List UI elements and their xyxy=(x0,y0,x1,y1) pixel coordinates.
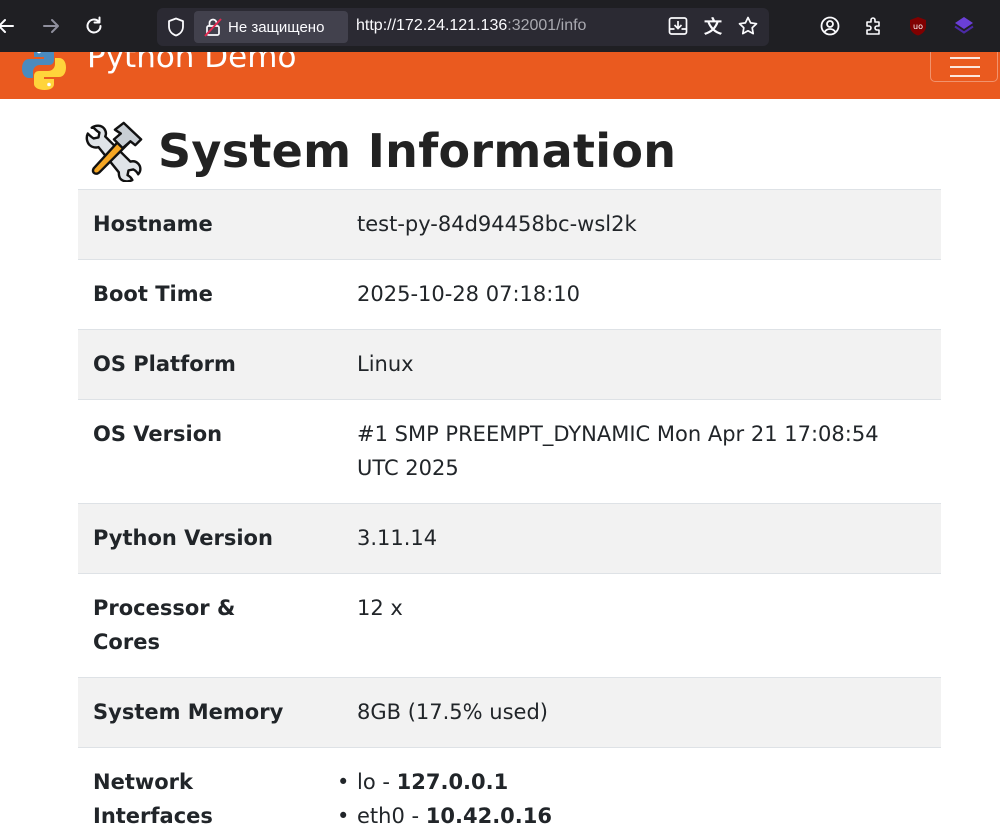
download-icon xyxy=(668,17,688,35)
interface-separator: - xyxy=(404,804,426,825)
system-info-table: Hostname test-py-84d94458bc-wsl2k Boot T… xyxy=(78,189,941,825)
translate-icon: 文 xyxy=(704,17,722,38)
extension-button[interactable] xyxy=(951,13,977,39)
back-button[interactable] xyxy=(0,12,20,40)
url-path: :32001/info xyxy=(507,17,587,34)
site-navbar: Python Demo xyxy=(0,52,1000,99)
forward-button[interactable] xyxy=(37,12,65,40)
table-row-network-interfaces: Network Interfaces lo - 127.0.0.1 eth0 -… xyxy=(78,747,941,825)
row-value: #1 SMP PREEMPT_DYNAMIC Mon Apr 21 17:08:… xyxy=(357,422,879,480)
interface-name: eth0 xyxy=(357,804,405,825)
row-value: test-py-84d94458bc-wsl2k xyxy=(357,212,637,236)
navbar-toggler-button[interactable] xyxy=(930,52,998,82)
interface-separator: - xyxy=(375,770,397,794)
row-value: Linux xyxy=(357,352,414,376)
python-logo-icon[interactable] xyxy=(20,52,68,92)
insecure-lock-icon xyxy=(204,18,222,37)
bookmark-button[interactable] xyxy=(735,13,761,39)
row-value: lo - 127.0.0.1 eth0 - 10.42.0.16 xyxy=(337,748,941,825)
row-label: System Memory xyxy=(93,700,284,724)
row-label: Processor & Cores xyxy=(93,596,236,654)
svg-text:uo: uo xyxy=(913,22,923,31)
ublock-button[interactable]: uo xyxy=(905,13,931,39)
extensions-icon xyxy=(866,17,880,35)
translate-button[interactable]: 文 xyxy=(700,13,726,39)
account-button[interactable] xyxy=(817,13,843,39)
table-row-boot-time: Boot Time 2025-10-28 07:18:10 xyxy=(78,259,941,330)
table-row-python-version: Python Version 3.11.14 xyxy=(78,503,941,574)
row-value: 3.11.14 xyxy=(357,526,438,550)
ublock-icon: uo xyxy=(910,17,926,36)
list-item: eth0 - 10.42.0.16 xyxy=(337,799,926,825)
account-icon xyxy=(820,16,840,36)
forward-icon xyxy=(43,19,59,33)
row-label: OS Platform xyxy=(93,352,236,376)
row-value: 8GB (17.5% used) xyxy=(357,700,548,724)
security-label: Не защищено xyxy=(228,18,325,36)
row-label: Python Version xyxy=(93,526,273,550)
row-value: 12 x xyxy=(357,596,403,620)
bookmark-star-icon xyxy=(738,16,758,35)
table-row-hostname: Hostname test-py-84d94458bc-wsl2k xyxy=(78,189,941,260)
interface-list: lo - 127.0.0.1 eth0 - 10.42.0.16 xyxy=(337,765,926,825)
tracking-protection-button[interactable] xyxy=(163,14,189,40)
site-security-chip[interactable]: Не защищено xyxy=(194,11,348,43)
page-title: System Information xyxy=(158,124,677,178)
row-label: OS Version xyxy=(93,422,223,446)
extensions-button[interactable] xyxy=(861,13,887,39)
back-icon xyxy=(0,19,14,33)
download-button[interactable] xyxy=(665,13,691,39)
row-value: 2025-10-28 07:18:10 xyxy=(357,282,581,306)
navbar-brand[interactable]: Python Demo xyxy=(87,52,296,75)
url-text[interactable]: http://172.24.121.136:32001/info xyxy=(356,17,586,35)
reload-button[interactable] xyxy=(80,12,108,40)
table-row-os-version: OS Version #1 SMP PREEMPT_DYNAMIC Mon Ap… xyxy=(78,399,941,504)
extension-icon xyxy=(954,17,974,34)
row-label: Boot Time xyxy=(93,282,213,306)
interface-ip: 10.42.0.16 xyxy=(425,804,552,825)
page-title-row: System Information xyxy=(82,118,676,184)
list-item: lo - 127.0.0.1 xyxy=(337,765,926,799)
shield-icon xyxy=(168,17,184,37)
row-label: Hostname xyxy=(93,212,213,236)
reload-icon xyxy=(86,16,102,34)
hammer-and-wrench-icon xyxy=(85,121,143,182)
url-host: http://172.24.121.136 xyxy=(356,17,508,34)
table-row-processor: Processor & Cores 12 x xyxy=(78,573,941,678)
interface-name: lo xyxy=(357,770,376,794)
table-row-os-platform: OS Platform Linux xyxy=(78,329,941,400)
table-row-system-memory: System Memory 8GB (17.5% used) xyxy=(78,677,941,748)
interface-ip: 127.0.0.1 xyxy=(396,770,509,794)
row-label: Network Interfaces xyxy=(93,770,213,825)
browser-toolbar: Не защищено http://172.24.121.136:32001/… xyxy=(0,0,1000,52)
